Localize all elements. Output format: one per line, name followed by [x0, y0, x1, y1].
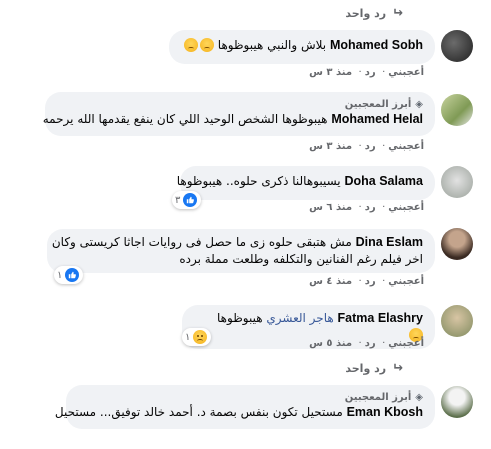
reaction-summary[interactable]: ١ — [54, 266, 84, 284]
badge-label: أبرز المعجبين — [344, 99, 412, 110]
top-fan-badge: ◈ أبرز المعجبين — [57, 99, 423, 110]
like-reaction-icon — [183, 193, 198, 207]
reply-arrow-icon: ↵ — [392, 361, 403, 376]
comment-actions: أعجبني· رد· منذ ٦ س — [309, 202, 424, 213]
comment-bubble: Mohamed Sobh بلاش والنبي هيبوظوها — [169, 30, 435, 64]
like-action[interactable]: أعجبني — [388, 67, 424, 78]
crying-face-icon — [183, 38, 198, 52]
like-action[interactable]: أعجبني — [388, 276, 424, 287]
reply-action[interactable]: رد — [365, 202, 376, 213]
badge-label: أبرز المعجبين — [344, 392, 412, 403]
view-replies-link-top[interactable]: ↵ رد واحد — [345, 6, 403, 21]
view-replies-label: رد واحد — [345, 362, 387, 375]
comment-actions: أعجبني· رد· منذ ٤ س — [309, 276, 424, 287]
diamond-icon: ◈ — [415, 392, 423, 403]
top-fan-badge: ◈ أبرز المعجبين — [78, 392, 423, 403]
reply-action[interactable]: رد — [365, 338, 376, 349]
avatar-eman-kbosh[interactable] — [441, 386, 473, 418]
diamond-icon: ◈ — [415, 99, 423, 110]
comment-line: Doha Salama يسيبوهالنا ذكرى حلوه.. هيبوظ… — [177, 173, 423, 190]
comment-text: بلاش والنبي هيبوظوها — [217, 38, 327, 52]
avatar-mohamed-sobh[interactable] — [441, 30, 473, 62]
comment-actions: أعجبني· رد· منذ ٣ س — [309, 67, 424, 78]
reaction-summary[interactable]: ١ — [182, 328, 212, 346]
comment-timestamp[interactable]: منذ ٣ س — [309, 141, 352, 152]
commenter-name[interactable]: Doha Salama — [344, 174, 423, 188]
avatar-fatma-elashry[interactable] — [441, 305, 473, 337]
comment-actions: أعجبني· رد· منذ ٥ س — [309, 338, 424, 349]
reaction-summary[interactable]: ٣ — [172, 191, 202, 209]
comment-text-line2: اخر فيلم رغم الفنانين والتكلفه وطلعت ممل… — [179, 252, 423, 266]
comment-bubble: ◈ أبرز المعجبين Eman Kbosh مستحيل تكون ب… — [55, 385, 435, 429]
comment-bubble: Doha Salama يسيبوهالنا ذكرى حلوه.. هيبوظ… — [177, 166, 435, 200]
view-replies-label: رد واحد — [345, 7, 387, 20]
comment-line: Mohamed Helal هيبوظوها الشخص الوحيد اللي… — [43, 111, 423, 128]
reply-arrow-icon: ↵ — [392, 6, 403, 21]
commenter-name[interactable]: Mohamed Sobh — [330, 38, 423, 52]
commenter-name[interactable]: Fatma Elashry — [338, 311, 423, 325]
reply-action[interactable]: رد — [365, 141, 376, 152]
comment-timestamp[interactable]: منذ ٥ س — [309, 338, 352, 349]
avatar-doha-salama[interactable] — [441, 166, 473, 198]
commenter-name[interactable]: Eman Kbosh — [347, 405, 423, 419]
avatar-dina-eslam[interactable] — [441, 228, 473, 260]
comment-line: Dina Eslam مش هتبقى حلوه زى ما حصل فى رو… — [52, 234, 423, 251]
crying-face-icon — [199, 38, 214, 52]
like-action[interactable]: أعجبني — [388, 338, 424, 349]
like-action[interactable]: أعجبني — [388, 202, 424, 213]
reply-action[interactable]: رد — [365, 276, 376, 287]
comment-line: Fatma Elashry هاجر العشري هيبوظوها — [194, 310, 423, 327]
comment-actions: أعجبني· رد· منذ ٣ س — [309, 141, 424, 152]
comment-bubble: Dina Eslam مش هتبقى حلوه زى ما حصل فى رو… — [47, 229, 435, 273]
comment-text: هيبوظوها الشخص الوحيد اللي كان ينفع يقدم… — [42, 112, 328, 126]
reaction-count: ٣ — [175, 194, 181, 206]
avatar-mohamed-helal[interactable] — [441, 94, 473, 126]
comment-text: مستحيل تكون بنفس بصمة د. أحمد خالد توفيق… — [54, 405, 343, 419]
comment-text: هيبوظوها — [217, 311, 263, 325]
comment-timestamp[interactable]: منذ ٣ س — [309, 67, 352, 78]
comment-text: مش هتبقى حلوه زى ما حصل فى روايات اجاثا … — [51, 235, 352, 249]
reaction-count: ١ — [185, 331, 191, 343]
like-action[interactable]: أعجبني — [388, 141, 424, 152]
like-reaction-icon — [65, 268, 80, 282]
comment-timestamp[interactable]: منذ ٦ س — [309, 202, 352, 213]
commenter-name[interactable]: Dina Eslam — [356, 235, 423, 249]
comment-line: Eman Kbosh مستحيل تكون بنفس بصمة د. أحمد… — [55, 404, 423, 421]
comment-line: Mohamed Sobh بلاش والنبي هيبوظوها — [181, 37, 423, 54]
mention-tag[interactable]: هاجر العشري — [266, 311, 333, 325]
comment-timestamp[interactable]: منذ ٤ س — [309, 276, 352, 287]
commenter-name[interactable]: Mohamed Helal — [331, 112, 423, 126]
reaction-count: ١ — [57, 269, 63, 281]
sad-reaction-icon — [193, 330, 208, 344]
view-replies-link-bottom[interactable]: ↵ رد واحد — [345, 361, 403, 376]
comment-text: يسيبوهالنا ذكرى حلوه.. هيبوظوها — [176, 174, 341, 188]
comment-bubble: ◈ أبرز المعجبين Mohamed Helal هيبوظوها ا… — [43, 92, 435, 136]
reply-action[interactable]: رد — [365, 67, 376, 78]
